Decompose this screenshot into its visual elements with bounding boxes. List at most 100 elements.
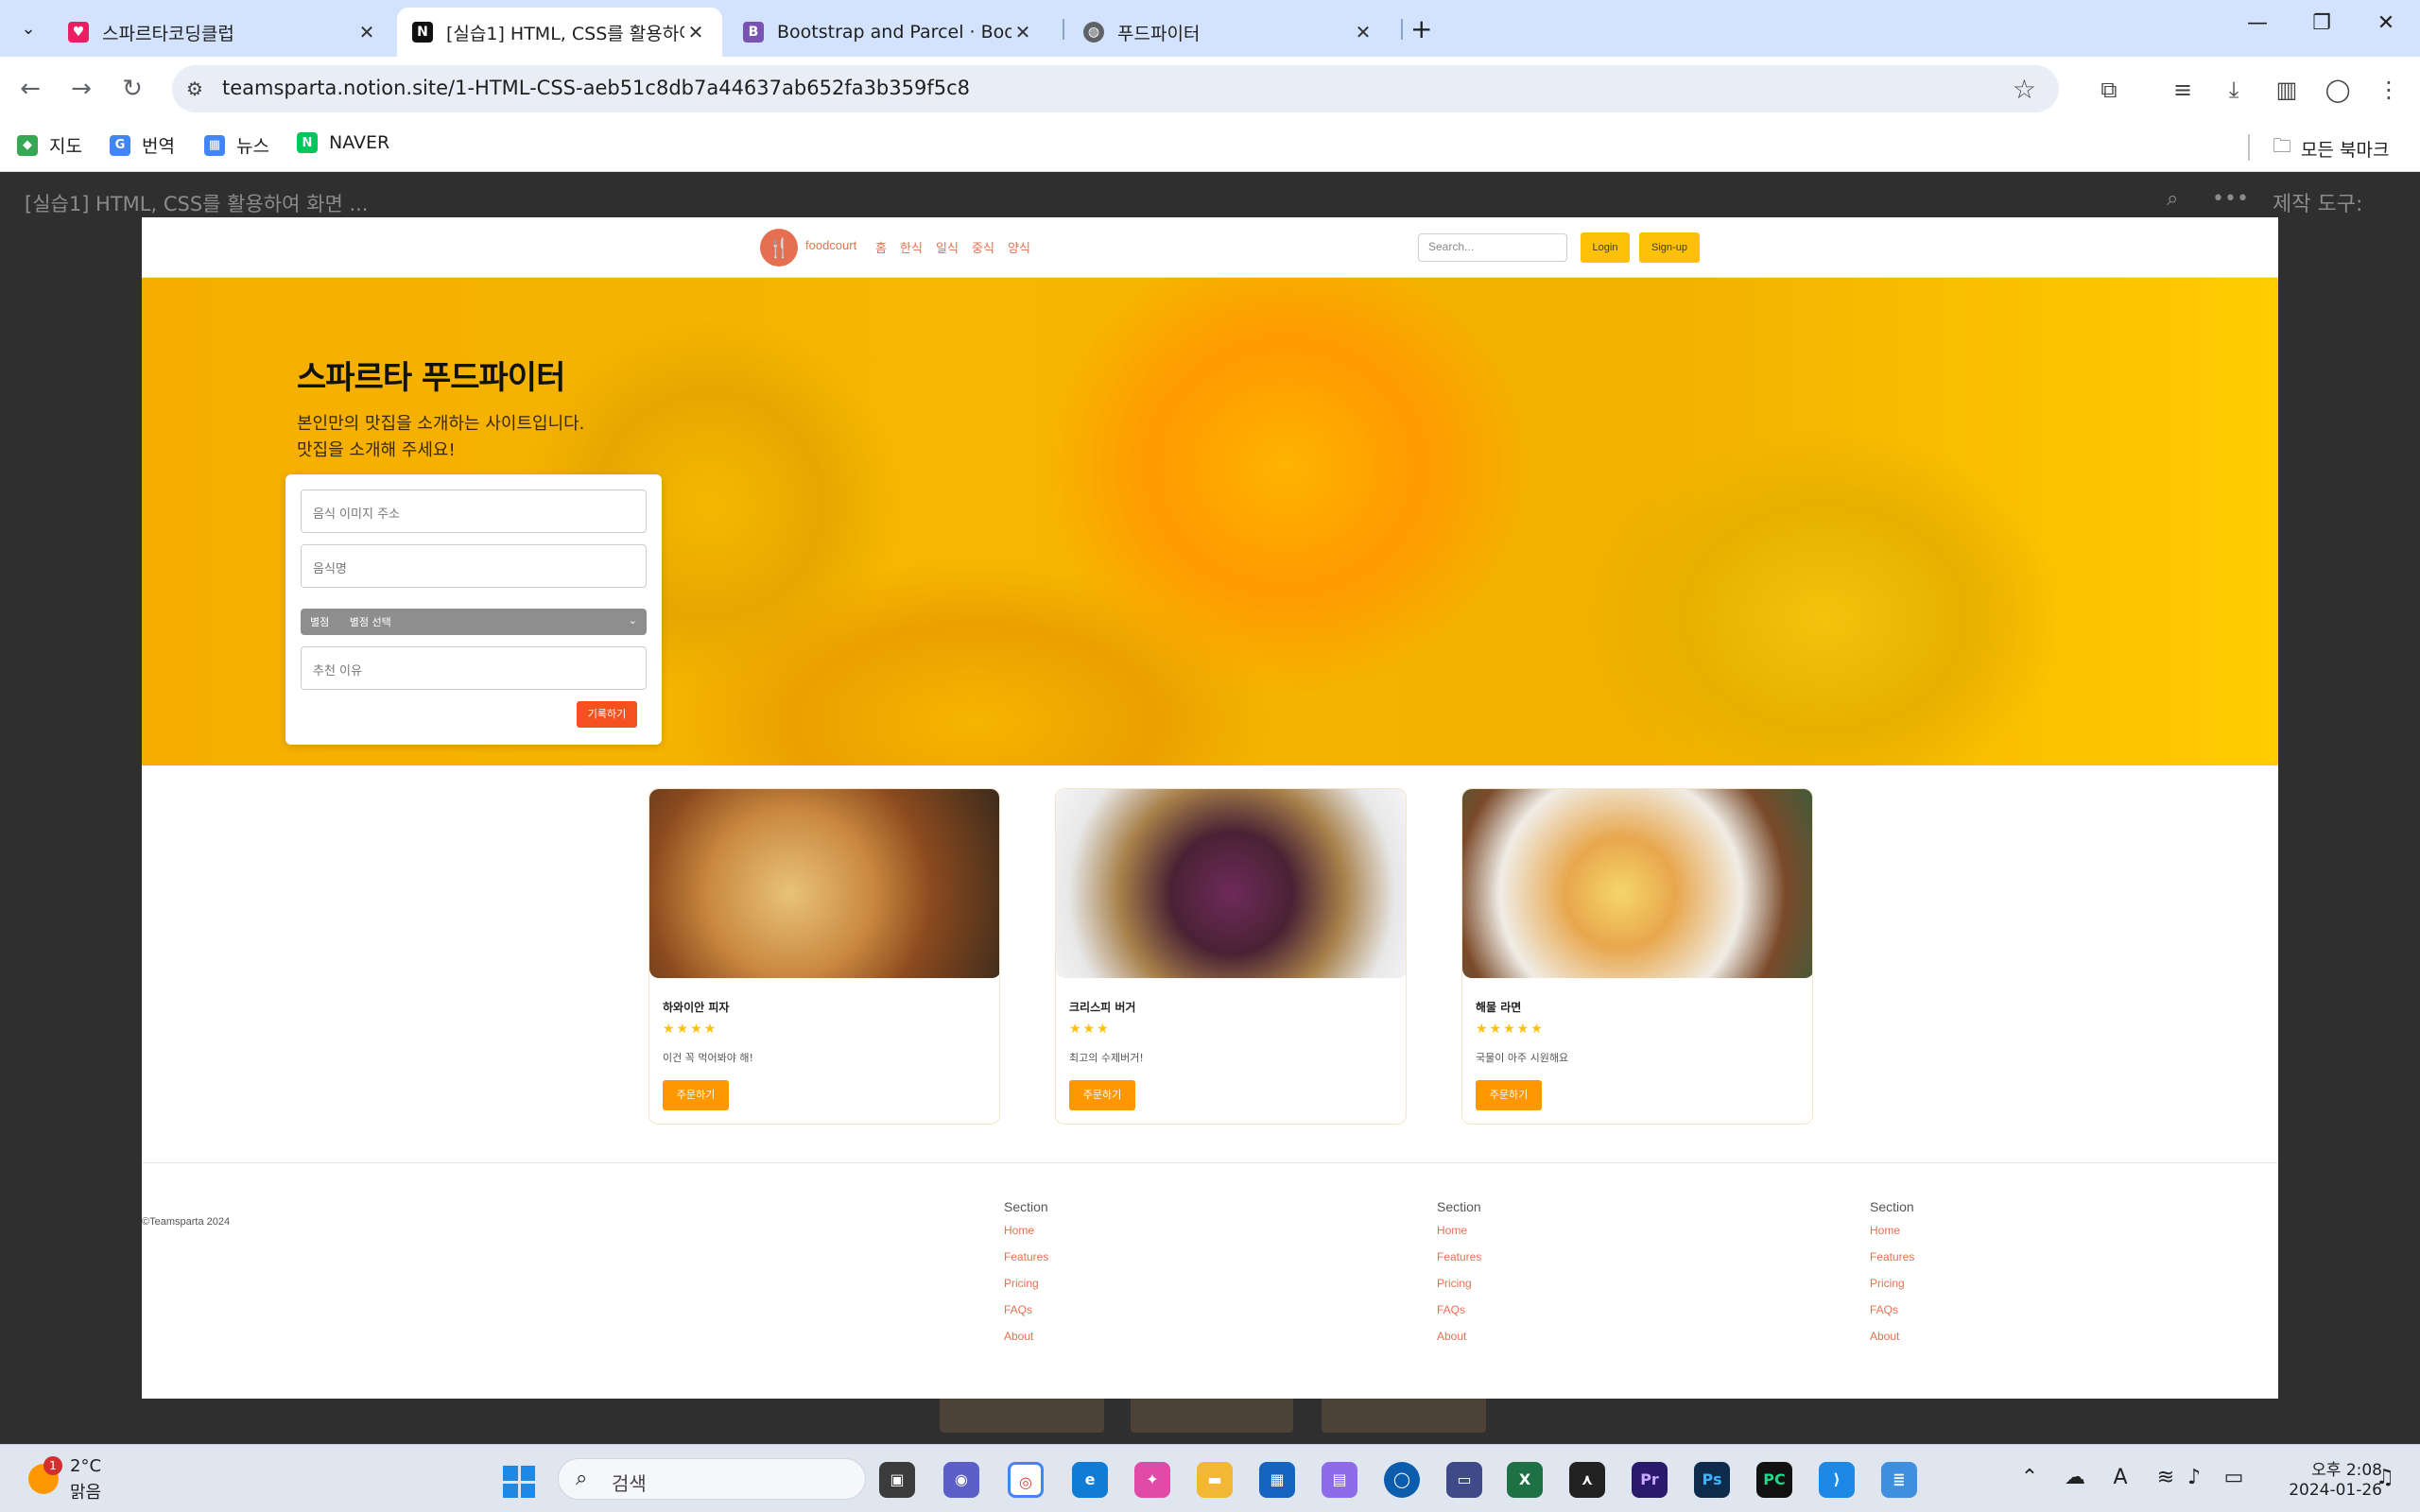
- window-close-icon[interactable]: ✕: [2367, 11, 2405, 35]
- search-icon[interactable]: ⌕: [2167, 187, 2178, 211]
- reason-textarea[interactable]: 추천 이유: [301, 646, 647, 690]
- footer-link[interactable]: Features: [1437, 1250, 1481, 1277]
- microsoft-store-icon[interactable]: ▦: [1259, 1462, 1295, 1498]
- nav-link-japanese[interactable]: 일식: [936, 238, 959, 256]
- food-name-input[interactable]: 음식명: [301, 544, 647, 588]
- footer-link[interactable]: FAQs: [1870, 1303, 1914, 1330]
- order-button[interactable]: 주문하기: [1069, 1080, 1135, 1110]
- extensions-puzzle-icon[interactable]: ⧉: [2093, 74, 2125, 106]
- bootstrap-icon: B: [743, 22, 764, 43]
- nav-link-chinese[interactable]: 중식: [972, 238, 994, 256]
- footer-link[interactable]: Pricing: [1870, 1277, 1914, 1303]
- login-button[interactable]: Login: [1581, 232, 1630, 263]
- tab-bootstrap[interactable]: B Bootstrap and Parcel · Bootstr ✕: [728, 8, 1049, 57]
- submit-record-button[interactable]: 기록하기: [577, 701, 637, 728]
- footer-link[interactable]: About: [1870, 1330, 1914, 1356]
- close-icon[interactable]: ✕: [355, 21, 378, 43]
- photoshop-icon[interactable]: Ps: [1694, 1462, 1730, 1498]
- file-explorer-icon[interactable]: ▬: [1197, 1462, 1233, 1498]
- order-button[interactable]: 주문하기: [1476, 1080, 1542, 1110]
- weather-state[interactable]: 맑음: [70, 1479, 101, 1503]
- bookmark-maps[interactable]: ◆ 지도: [17, 132, 82, 158]
- tab-foodfighter[interactable]: ◍ 푸드파이터 ✕: [1068, 8, 1390, 57]
- minimize-icon[interactable]: —: [2238, 11, 2276, 35]
- close-icon[interactable]: ✕: [1352, 21, 1374, 43]
- footer-link[interactable]: Home: [1004, 1224, 1048, 1250]
- signup-button[interactable]: Sign-up: [1639, 232, 1700, 263]
- more-vertical-icon[interactable]: ⋮: [2373, 74, 2405, 106]
- footer-link[interactable]: About: [1004, 1330, 1048, 1356]
- taskbar-date[interactable]: 2024-01-26: [2269, 1481, 2382, 1500]
- footer-link[interactable]: Pricing: [1004, 1277, 1048, 1303]
- footer-link[interactable]: FAQs: [1437, 1303, 1481, 1330]
- bookmark-star-icon[interactable]: ☆: [2013, 74, 2036, 105]
- nav-link-home[interactable]: 홈: [875, 238, 887, 256]
- new-tab-plus-icon[interactable]: +: [1410, 13, 1432, 44]
- nav-link-western[interactable]: 양식: [1008, 238, 1030, 256]
- circle-app-icon[interactable]: ◯: [1384, 1462, 1420, 1498]
- bookmark-translate[interactable]: G 번역: [110, 132, 175, 158]
- bookmark-naver[interactable]: N NAVER: [297, 132, 389, 153]
- brand-link[interactable]: foodcourt: [805, 238, 856, 252]
- footer-link[interactable]: Features: [1004, 1250, 1048, 1277]
- close-icon[interactable]: ✕: [684, 21, 707, 43]
- address-bar[interactable]: ⚙ teamsparta.notion.site/1-HTML-CSS-aeb5…: [172, 65, 2059, 112]
- onedrive-cloud-icon[interactable]: ☁: [2061, 1466, 2089, 1489]
- side-panel-icon[interactable]: ▥: [2271, 74, 2303, 106]
- tab-search-chevron-icon[interactable]: ⌄: [13, 13, 43, 43]
- notification-bell-icon[interactable]: ♫: [2371, 1466, 2399, 1489]
- excel-icon[interactable]: X: [1507, 1462, 1543, 1498]
- all-bookmarks-folder[interactable]: 🗀 모든 북마크: [2273, 132, 2389, 164]
- site-search-input[interactable]: Search...: [1418, 233, 1567, 262]
- reload-icon[interactable]: ↻: [117, 74, 147, 104]
- pycharm-icon[interactable]: PC: [1756, 1462, 1792, 1498]
- close-icon[interactable]: ✕: [1011, 21, 1034, 43]
- taskbar-search[interactable]: ⌕ 검색: [558, 1458, 866, 1500]
- chrome-icon[interactable]: ◎: [1008, 1462, 1044, 1498]
- footer-link[interactable]: Pricing: [1437, 1277, 1481, 1303]
- edge-icon[interactable]: e: [1072, 1462, 1108, 1498]
- footer-link[interactable]: Features: [1870, 1250, 1914, 1277]
- order-button[interactable]: 주문하기: [663, 1080, 729, 1110]
- download-icon[interactable]: ⤓: [2218, 74, 2250, 106]
- site-info-icon[interactable]: ⚙: [183, 77, 206, 100]
- media-control-icon[interactable]: ≡: [2167, 74, 2199, 106]
- vscode-icon[interactable]: ⟩: [1819, 1462, 1855, 1498]
- input-language-icon[interactable]: A: [2106, 1466, 2135, 1489]
- tab-title: [실습1] HTML, CSS를 활용하여: [446, 23, 684, 44]
- wifi-icon[interactable]: ≋: [2152, 1466, 2180, 1489]
- notepad-icon[interactable]: ≣: [1881, 1462, 1917, 1498]
- footer-link[interactable]: FAQs: [1004, 1303, 1048, 1330]
- calendar-app-icon[interactable]: ▤: [1322, 1462, 1357, 1498]
- footer-link[interactable]: About: [1437, 1330, 1481, 1356]
- url-text[interactable]: teamsparta.notion.site/1-HTML-CSS-aeb51c…: [222, 77, 970, 99]
- taskbar-time[interactable]: 오후 2:08: [2288, 1456, 2382, 1480]
- bookmark-news[interactable]: ▦ 뉴스: [204, 132, 269, 158]
- tab-spartacoding[interactable]: ♥ 스파르타코딩클럽 ✕: [53, 8, 393, 57]
- footer-link[interactable]: Home: [1437, 1224, 1481, 1250]
- copilot-icon[interactable]: ✦: [1134, 1462, 1170, 1498]
- acrobat-icon[interactable]: ⋏: [1569, 1462, 1605, 1498]
- battery-icon[interactable]: ▭: [2220, 1466, 2248, 1489]
- notion-page-title[interactable]: [실습1] HTML, CSS를 활용하여 화면 ...: [25, 189, 368, 217]
- more-horizontal-icon[interactable]: •••: [2212, 187, 2249, 211]
- profile-avatar-icon[interactable]: ◯: [2322, 74, 2354, 106]
- tab-notion-active[interactable]: N [실습1] HTML, CSS를 활용하여 ✕: [397, 8, 722, 57]
- tray-chevron-up-icon[interactable]: ⌃: [2015, 1466, 2044, 1489]
- premiere-icon[interactable]: Pr: [1632, 1462, 1668, 1498]
- remote-desktop-icon[interactable]: ▭: [1446, 1462, 1482, 1498]
- forward-arrow-icon[interactable]: →: [66, 74, 96, 104]
- footer-link[interactable]: Home: [1870, 1224, 1914, 1250]
- task-view-icon[interactable]: ▣: [879, 1462, 915, 1498]
- fork-knife-logo-icon[interactable]: 🍴: [760, 229, 798, 266]
- made-with-label[interactable]: 제작 도구:: [2273, 187, 2362, 217]
- nav-link-korean[interactable]: 한식: [900, 238, 923, 256]
- teams-icon[interactable]: ◉: [943, 1462, 979, 1498]
- rating-select[interactable]: 별점 별점 선택 ⌄: [301, 609, 647, 635]
- weather-temp[interactable]: 2°C: [70, 1456, 101, 1476]
- image-url-input[interactable]: 음식 이미지 주소: [301, 490, 647, 533]
- volume-icon[interactable]: ♪: [2180, 1466, 2208, 1489]
- restore-icon[interactable]: ❐: [2303, 11, 2341, 35]
- back-arrow-icon[interactable]: ←: [15, 74, 45, 104]
- windows-start-icon[interactable]: [503, 1466, 535, 1498]
